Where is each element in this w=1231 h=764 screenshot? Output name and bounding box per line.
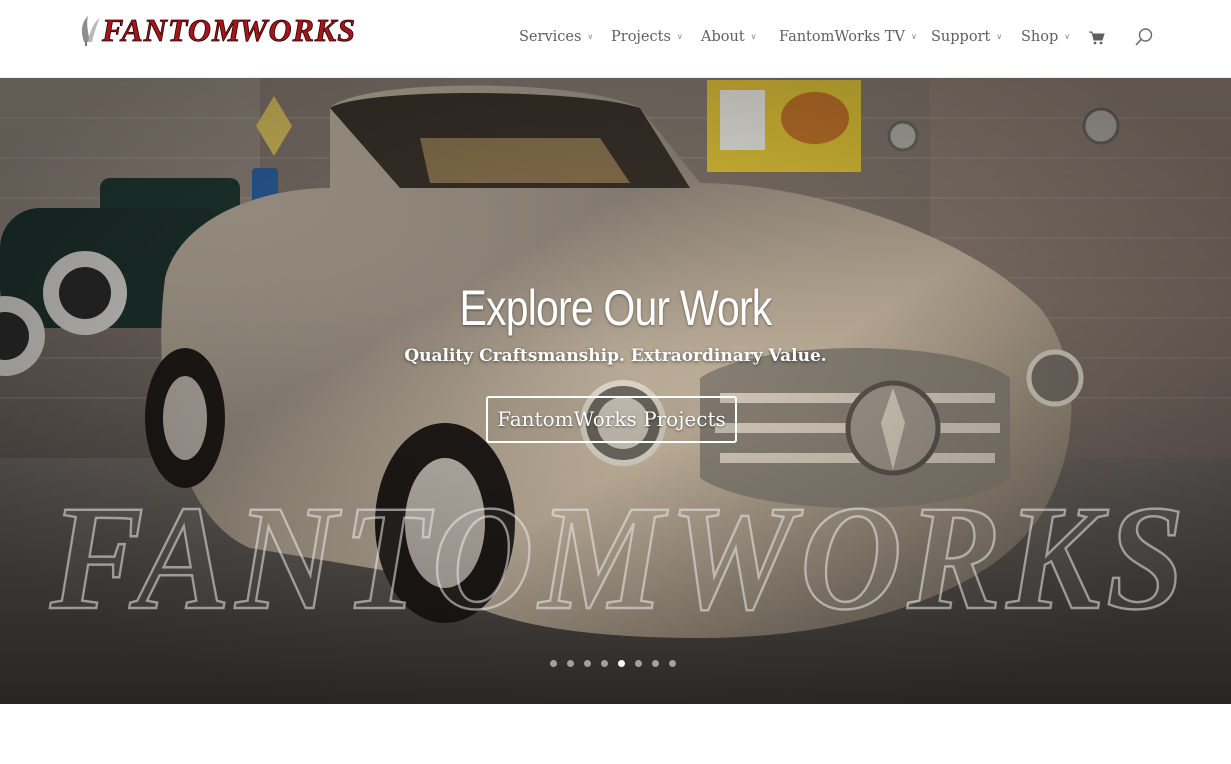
slider-dot[interactable] bbox=[652, 660, 659, 667]
nav-shop[interactable]: Shop ∨ bbox=[1021, 29, 1070, 49]
nav-fantomworks-tv[interactable]: FantomWorks TV ∨ bbox=[779, 29, 917, 49]
chevron-down-icon: ∨ bbox=[1064, 32, 1071, 41]
nav-support-label: Support bbox=[931, 29, 991, 45]
search-icon[interactable] bbox=[1134, 27, 1154, 47]
svg-text:FANTOM: FANTOM bbox=[101, 12, 242, 48]
nav-fantomworks-tv-label: FantomWorks TV bbox=[779, 29, 905, 45]
fantomworks-logo[interactable]: FANTOM WORKS bbox=[76, 12, 371, 48]
svg-text:WORKS: WORKS bbox=[239, 12, 356, 48]
slider-dot[interactable] bbox=[567, 660, 574, 667]
fantomworks-projects-button[interactable]: FantomWorks Projects bbox=[486, 396, 737, 443]
nav-support[interactable]: Support ∨ bbox=[931, 29, 1002, 49]
hero-slider: FANTOMWORKS Explore Our Work Quality Cra… bbox=[0, 78, 1231, 704]
chevron-down-icon: ∨ bbox=[587, 32, 594, 41]
hero-background-image: FANTOMWORKS bbox=[0, 78, 1231, 704]
nav-services[interactable]: Services ∨ bbox=[519, 29, 593, 49]
chevron-down-icon: ∨ bbox=[676, 32, 683, 41]
slider-dot[interactable] bbox=[635, 660, 642, 667]
slider-dot[interactable] bbox=[601, 660, 608, 667]
slider-dot-active[interactable] bbox=[618, 660, 625, 667]
fantomworks-watermark: FANTOMWORKS bbox=[49, 475, 1190, 641]
hero-subtitle: Quality Craftsmanship. Extraordinary Val… bbox=[404, 346, 827, 366]
chevron-down-icon: ∨ bbox=[910, 32, 917, 41]
cart-icon[interactable] bbox=[1089, 31, 1105, 45]
hero-title: Explore Our Work bbox=[459, 280, 773, 336]
nav-projects-label: Projects bbox=[611, 29, 671, 45]
site-header: FANTOM WORKS Services ∨ Projects ∨ About ∨ … bbox=[0, 0, 1231, 78]
nav-shop-label: Shop bbox=[1021, 29, 1059, 45]
chevron-down-icon: ∨ bbox=[996, 32, 1003, 41]
nav-about[interactable]: About ∨ bbox=[701, 29, 757, 49]
nav-about-label: About bbox=[701, 29, 745, 45]
chevron-down-icon: ∨ bbox=[750, 32, 757, 41]
nav-services-label: Services bbox=[519, 29, 582, 45]
nav-projects[interactable]: Projects ∨ bbox=[611, 29, 683, 49]
feather-icon bbox=[81, 16, 100, 46]
slider-dot[interactable] bbox=[669, 660, 676, 667]
slider-dot[interactable] bbox=[550, 660, 557, 667]
slider-dot[interactable] bbox=[584, 660, 591, 667]
